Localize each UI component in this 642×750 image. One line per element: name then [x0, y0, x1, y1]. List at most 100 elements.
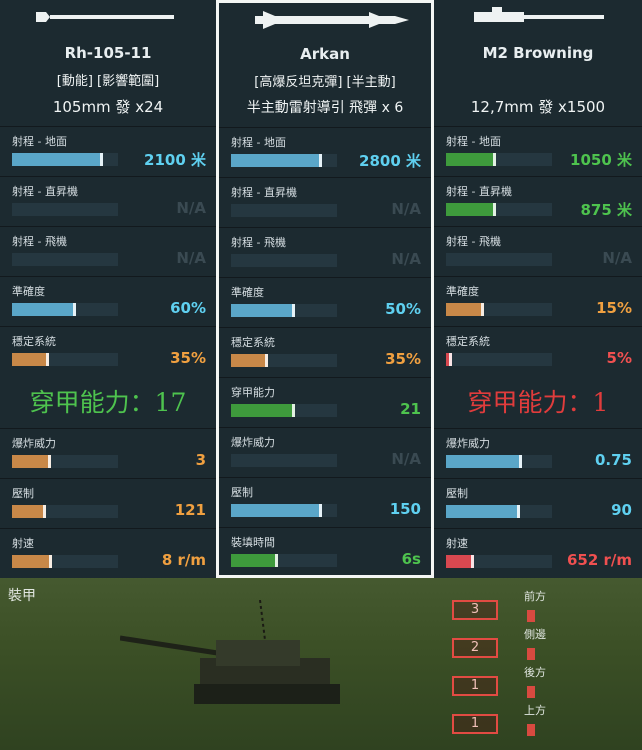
stat-bar [231, 204, 337, 217]
stat-value: 1050 米 [570, 151, 632, 169]
weapon-ammo: 105mm 發 x24 [52, 98, 164, 116]
stat-row: 穩定系統 5% [434, 326, 642, 376]
stat-value: 8 r/m [161, 551, 206, 569]
weapon-tags: [高爆反坦克彈] [半主動] [254, 75, 396, 90]
stat-row: 壓制 90 [434, 478, 642, 528]
stat-bar-fill [12, 353, 50, 366]
stat-row: 射程 - 飛機 N/A [0, 226, 216, 276]
stat-row: 壓制 150 [219, 477, 431, 527]
stat-value: 652 r/m [566, 551, 632, 569]
stat-row: 爆炸威力 3 [0, 428, 216, 478]
stat-row: 射速 652 r/m [434, 528, 642, 578]
weapon-name: Rh-105-11 [64, 44, 152, 62]
stat-label: 射程 - 飛機 [446, 235, 501, 248]
armor-side-label: 側邊 [524, 628, 546, 641]
weapon-panel-arkan[interactable]: Arkan [高爆反坦克彈] [半主動] 半主動雷射導引 飛彈 x 6 射程 -… [216, 0, 434, 578]
stat-bar [12, 455, 118, 468]
stat-value: N/A [176, 249, 206, 267]
stat-bar [12, 555, 118, 568]
stat-row: 射程 - 直昇機 N/A [219, 177, 431, 227]
armor-side-label: 前方 [524, 590, 546, 603]
stat-label: 穩定系統 [231, 336, 275, 349]
stat-label: 準確度 [446, 285, 479, 298]
stat-bar [446, 253, 552, 266]
stat-value: 21 [400, 400, 421, 418]
stat-bar-fill [12, 555, 53, 568]
armor-side-marker [527, 648, 535, 660]
stat-label: 射程 - 飛機 [12, 235, 67, 248]
stat-label: 穿甲能力 [231, 386, 275, 399]
stat-value: 875 米 [580, 201, 632, 219]
stat-row: 穩定系統 35% [0, 326, 216, 376]
stat-bar-fill [231, 354, 269, 367]
stat-value: 35% [385, 350, 421, 368]
stat-value: N/A [176, 199, 206, 217]
stat-bar [231, 254, 337, 267]
tank-gun-icon [36, 12, 174, 22]
stat-bar [446, 455, 552, 468]
stat-label: 射程 - 地面 [446, 135, 501, 148]
weapon-ammo: 半主動雷射導引 飛彈 x 6 [246, 100, 404, 116]
stat-label: 壓制 [446, 487, 468, 500]
armor-value-box: 1 [452, 676, 498, 696]
stat-label: 穩定系統 [446, 335, 490, 348]
stat-bar-fill [12, 303, 76, 316]
stat-bar [446, 203, 552, 216]
stat-bar-fill [12, 505, 46, 518]
stat-label: 爆炸威力 [231, 436, 275, 449]
armor-value-box: 2 [452, 638, 498, 658]
stat-label: 射程 - 地面 [12, 135, 67, 148]
armor-side-marker [527, 686, 535, 698]
weapon-panel-m2[interactable]: M2 Browning 12,7mm 發 x1500 射程 - 地面 1050 米… [434, 0, 642, 578]
armor-side-marker [527, 610, 535, 622]
stat-bar-fill [446, 303, 485, 316]
stat-bar [231, 354, 337, 367]
missile-icon [255, 11, 409, 29]
stat-row: 射程 - 飛機 N/A [434, 226, 642, 276]
stat-bar [12, 505, 118, 518]
stat-bar [231, 504, 337, 517]
stat-bar-fill [231, 504, 323, 517]
stat-value: 0.75 [594, 451, 632, 469]
armor-value-box: 3 [452, 600, 498, 620]
stat-value: 90 [611, 501, 632, 519]
armor-value-box: 1 [452, 714, 498, 734]
stat-value: N/A [391, 450, 421, 468]
stat-value: 3 [195, 451, 206, 469]
stat-bar-fill [231, 304, 295, 317]
stat-row: 爆炸威力 N/A [219, 427, 431, 477]
stat-row: 射程 - 地面 1050 米 [434, 126, 642, 176]
stat-bar-fill [231, 154, 323, 167]
weapon-name: Arkan [300, 45, 350, 63]
stat-value: N/A [391, 250, 421, 268]
armor-label: 裝甲 [8, 588, 36, 604]
stat-bar-fill [446, 505, 521, 518]
stat-value: 15% [596, 299, 632, 317]
stat-bar-fill [231, 404, 295, 417]
stat-bar [231, 154, 337, 167]
weapon-panel-rh105[interactable]: Rh-105-11 [動能] [影響範圍] 105mm 發 x24 射程 - 地… [0, 0, 216, 578]
stat-bar [446, 303, 552, 316]
stat-bar-fill [12, 153, 104, 166]
stat-label: 射速 [12, 537, 34, 550]
stat-bar [446, 153, 552, 166]
stat-value: 150 [389, 500, 421, 518]
stat-label: 壓制 [231, 486, 253, 499]
stat-value: 121 [174, 501, 206, 519]
stat-value: 6s [401, 550, 421, 568]
stat-label: 穩定系統 [12, 335, 56, 348]
stat-bar-fill [446, 203, 496, 216]
stat-label: 射程 - 直昇機 [12, 185, 78, 198]
armor-side-label: 上方 [524, 704, 546, 717]
penetration-value: 穿甲能力：17 [29, 388, 187, 417]
stat-row: 射程 - 地面 2800 米 [219, 127, 431, 177]
stat-row: 射程 - 飛機 N/A [219, 227, 431, 277]
stat-bar [12, 303, 118, 316]
stat-bar [231, 304, 337, 317]
stat-value: 35% [170, 349, 206, 367]
stat-bar [231, 404, 337, 417]
stat-row: 射速 8 r/m [0, 528, 216, 578]
stat-row: 射程 - 直昇機 875 米 [434, 176, 642, 226]
stat-bar [12, 153, 118, 166]
armor-side-marker [527, 724, 535, 736]
